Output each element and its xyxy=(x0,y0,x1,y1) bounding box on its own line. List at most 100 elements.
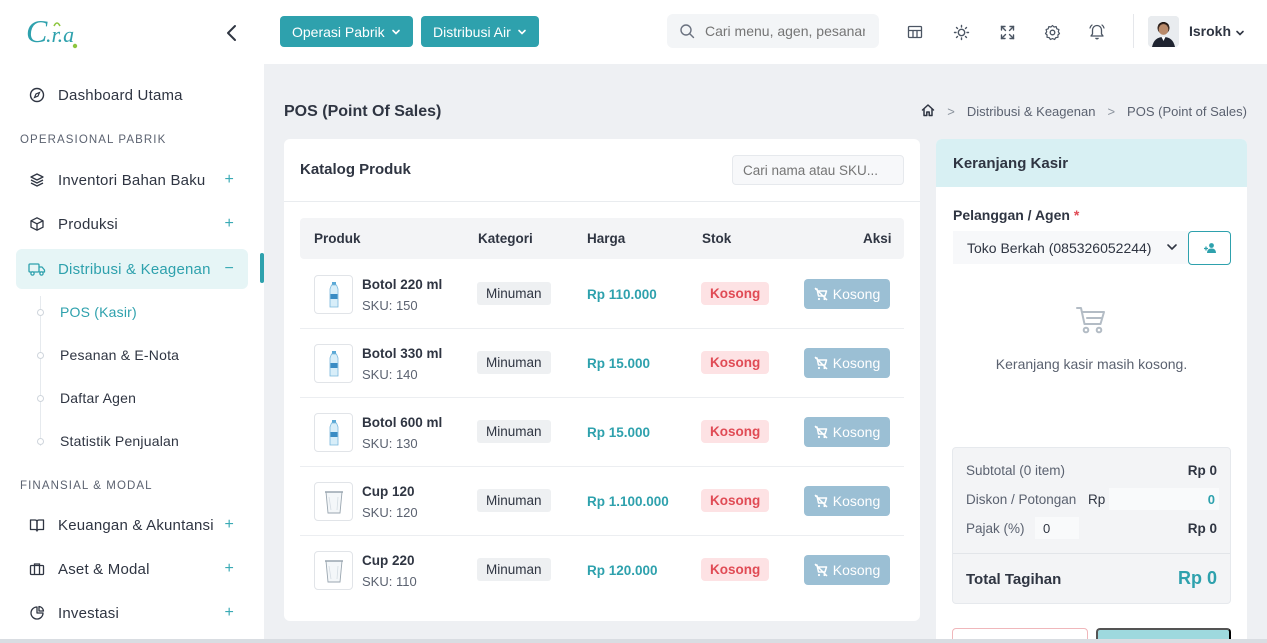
product-name: Botol 220 ml xyxy=(362,277,443,292)
column-header-harga[interactable]: Harga xyxy=(587,231,625,246)
tax-amount: Rp 0 xyxy=(1187,521,1217,536)
cup-thumbnail-icon xyxy=(314,482,353,521)
breadcrumb-link-distribusi[interactable]: Distribusi & Keagenan xyxy=(967,104,1096,119)
sidebar-item-inventori[interactable]: Inventori Bahan Baku + xyxy=(16,160,248,200)
svg-text:C: C xyxy=(26,13,48,49)
add-to-cart-button[interactable]: Kosong xyxy=(804,279,890,309)
book-icon xyxy=(28,516,46,534)
order-summary: Subtotal (0 item) Rp 0 Diskon / Potongan… xyxy=(952,447,1231,604)
expand-plus-icon[interactable]: + xyxy=(224,604,234,622)
chevron-down-icon xyxy=(517,29,526,35)
app-logo[interactable]: C .r.a xyxy=(24,12,84,54)
sidebar-subitem-agen[interactable]: Daftar Agen xyxy=(60,390,136,406)
product-price: Rp 110.000 xyxy=(587,287,657,302)
sidebar-item-keuangan[interactable]: Keuangan & Akuntansi + xyxy=(16,505,248,545)
button-label: Kosong xyxy=(832,286,881,302)
sidebar-subitem-pesanan[interactable]: Pesanan & E-Nota xyxy=(60,347,179,363)
bottle-thumbnail-icon xyxy=(314,275,353,314)
column-header-stok[interactable]: Stok xyxy=(702,231,731,246)
dropdown-label: Operasi Pabrik xyxy=(292,23,385,40)
breadcrumb-separator: > xyxy=(947,104,955,119)
expand-plus-icon[interactable]: + xyxy=(224,171,234,189)
expand-plus-icon[interactable]: + xyxy=(224,560,234,578)
catalog-search-input[interactable] xyxy=(732,155,904,185)
category-badge: Minuman xyxy=(477,351,551,374)
user-name[interactable]: Isrokh xyxy=(1189,23,1231,39)
settings-gear-icon[interactable] xyxy=(1042,22,1062,42)
notification-bell-icon[interactable] xyxy=(1087,22,1107,42)
table-row: Cup 220 SKU: 110 Minuman Rp 120.000 Koso… xyxy=(300,536,904,605)
horizontal-scrollbar[interactable] xyxy=(0,639,1267,643)
stock-status-badge: Kosong xyxy=(701,282,770,305)
submenu-dot xyxy=(37,438,44,445)
product-price: Rp 15.000 xyxy=(587,425,651,440)
user-plus-icon xyxy=(1203,243,1216,253)
sidebar-item-dashboard[interactable]: Dashboard Utama xyxy=(16,75,248,115)
button-label: Kosong xyxy=(832,493,881,509)
submenu-line xyxy=(40,296,41,446)
add-to-cart-button[interactable]: Kosong xyxy=(804,348,890,378)
table-row: Botol 330 ml SKU: 140 Minuman Rp 15.000 … xyxy=(300,329,904,398)
button-label: Kosong xyxy=(832,424,881,440)
table-header: Produk Kategori Harga Stok Aksi xyxy=(300,218,904,259)
customer-label-text: Pelanggan / Agen xyxy=(953,207,1070,223)
sidebar-item-investasi[interactable]: Investasi + xyxy=(16,593,248,633)
page-title: POS (Point Of Sales) xyxy=(284,103,442,120)
add-customer-button[interactable] xyxy=(1188,231,1231,265)
cart-off-icon xyxy=(814,356,828,370)
sidebar-item-aset[interactable]: Aset & Modal + xyxy=(16,549,248,589)
theme-toggle-icon[interactable] xyxy=(951,22,971,42)
catalog-card: Katalog Produk Produk Kategori Harga Sto… xyxy=(284,139,920,621)
column-header-kategori[interactable]: Kategori xyxy=(478,231,533,246)
distribusi-air-dropdown[interactable]: Distribusi Air xyxy=(421,16,539,47)
button-label: Kosong xyxy=(832,562,881,578)
column-header-produk[interactable]: Produk xyxy=(314,231,361,246)
avatar[interactable] xyxy=(1148,16,1179,47)
sidebar-subitem-pos[interactable]: POS (Kasir) xyxy=(60,304,137,320)
subtotal-value: Rp 0 xyxy=(1187,463,1217,478)
discount-input[interactable] xyxy=(1109,488,1219,510)
product-sku: SKU: 130 xyxy=(362,436,418,451)
product-name: Cup 220 xyxy=(362,553,415,568)
sidebar-item-produksi[interactable]: Produksi + xyxy=(16,204,248,244)
add-to-cart-button[interactable]: Kosong xyxy=(804,417,890,447)
cart-off-icon xyxy=(814,563,828,577)
tax-percent-input[interactable] xyxy=(1035,517,1079,539)
product-price: Rp 120.000 xyxy=(587,563,658,578)
operasi-pabrik-dropdown[interactable]: Operasi Pabrik xyxy=(280,16,413,47)
global-search[interactable] xyxy=(667,14,879,48)
pie-chart-icon xyxy=(28,604,46,622)
cart-off-icon xyxy=(814,425,828,439)
tax-label: Pajak (%) xyxy=(966,521,1025,536)
button-label: Kosong xyxy=(832,355,881,371)
nav-section-finansial: FINANSIAL & MODAL xyxy=(20,480,153,492)
submenu-dot xyxy=(37,352,44,359)
category-badge: Minuman xyxy=(477,282,551,305)
add-to-cart-button[interactable]: Kosong xyxy=(804,555,890,585)
chevron-down-icon[interactable] xyxy=(1235,25,1245,41)
stock-status-badge: Kosong xyxy=(701,558,770,581)
table-row: Cup 120 SKU: 120 Minuman Rp 1.100.000 Ko… xyxy=(300,467,904,536)
submenu-dot xyxy=(37,309,44,316)
empty-cart-message: Keranjang kasir masih kosong. xyxy=(995,356,1188,372)
add-to-cart-button[interactable]: Kosong xyxy=(804,486,890,516)
product-sku: SKU: 140 xyxy=(362,367,418,382)
sidebar-item-distribusi[interactable]: Distribusi & Keagenan − xyxy=(16,249,248,289)
collapse-minus-icon[interactable]: − xyxy=(224,260,234,278)
grid-table-icon[interactable] xyxy=(905,22,925,42)
fullscreen-icon[interactable] xyxy=(997,22,1017,42)
active-indicator xyxy=(260,253,264,283)
table-row: Botol 220 ml SKU: 150 Minuman Rp 110.000… xyxy=(300,260,904,329)
truck-icon xyxy=(28,260,46,278)
sidebar-item-label: Distribusi & Keagenan xyxy=(58,260,211,278)
customer-select[interactable]: Toko Berkah (085326052244) xyxy=(953,231,1189,264)
home-icon[interactable] xyxy=(921,103,935,120)
expand-plus-icon[interactable]: + xyxy=(224,516,234,534)
submenu-dot xyxy=(37,395,44,402)
compass-icon xyxy=(28,86,46,104)
search-input[interactable] xyxy=(705,23,865,39)
expand-plus-icon[interactable]: + xyxy=(224,215,234,233)
sidebar: C .r.a Dashboard Utama OPERASIONAL PABRI… xyxy=(0,0,264,643)
sidebar-subitem-statistik[interactable]: Statistik Penjualan xyxy=(60,433,179,449)
sidebar-collapse-icon[interactable] xyxy=(222,22,242,44)
